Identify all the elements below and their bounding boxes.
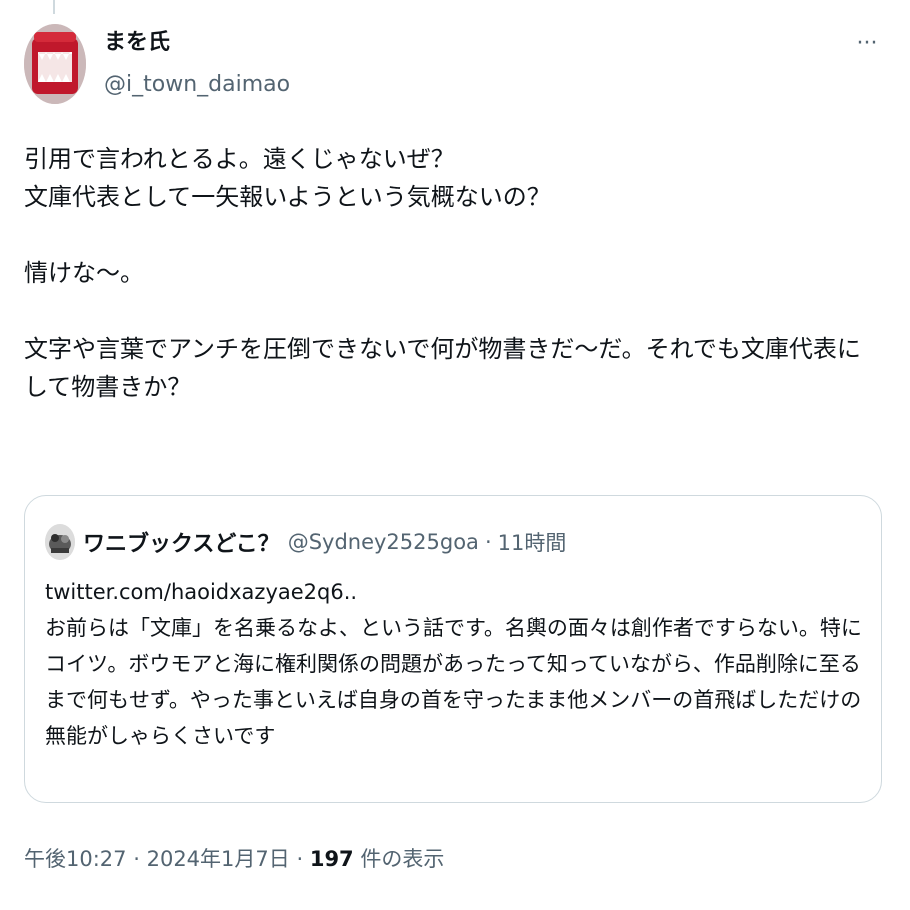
tweet-header: まを氏 @i_town_daimao ··· <box>24 24 886 108</box>
quoted-tweet-text: twitter.com/haoidxazyae2q6.. お前らは「文庫」を名乗… <box>45 580 862 748</box>
more-options-icon[interactable]: ··· <box>852 33 882 55</box>
quoted-display-name[interactable]: ワニブックスどこ？ <box>83 526 280 558</box>
quoted-tweet-card[interactable]: ワニブックスどこ？ @Sydney2525goa · 11時間 twitter.… <box>24 495 882 803</box>
tweet-text: 引用で言われとるよ。遠くじゃないぜ？ 文庫代表として一矢報いようという気概ないの… <box>24 145 861 401</box>
quoted-tweet-header: ワニブックスどこ？ @Sydney2525goa · 11時間 <box>45 522 566 562</box>
quoted-avatar-image <box>45 524 75 560</box>
display-name[interactable]: まを氏 <box>104 28 290 58</box>
user-handle[interactable]: @i_town_daimao <box>104 70 290 100</box>
avatar-image <box>24 24 86 104</box>
quoted-user-handle[interactable]: @Sydney2525goa <box>288 530 479 554</box>
quoted-timestamp[interactable]: 11時間 <box>498 527 567 557</box>
views-count[interactable]: 197 <box>310 847 354 871</box>
thread-connector-line <box>53 0 55 14</box>
tweet-time[interactable]: 午後10:27 <box>24 847 127 871</box>
quoted-user-avatar[interactable] <box>45 524 75 560</box>
meta-separator: · <box>296 847 304 871</box>
quoted-separator: · <box>484 530 492 554</box>
views-label[interactable]: 件の表示 <box>360 847 444 871</box>
tweet-metadata: 午後10:27 · 2024年1月7日 · 197 件の表示 <box>24 842 444 876</box>
tweet-date[interactable]: 2024年1月7日 <box>147 847 290 871</box>
meta-separator: · <box>133 847 140 871</box>
user-avatar[interactable] <box>24 24 86 104</box>
